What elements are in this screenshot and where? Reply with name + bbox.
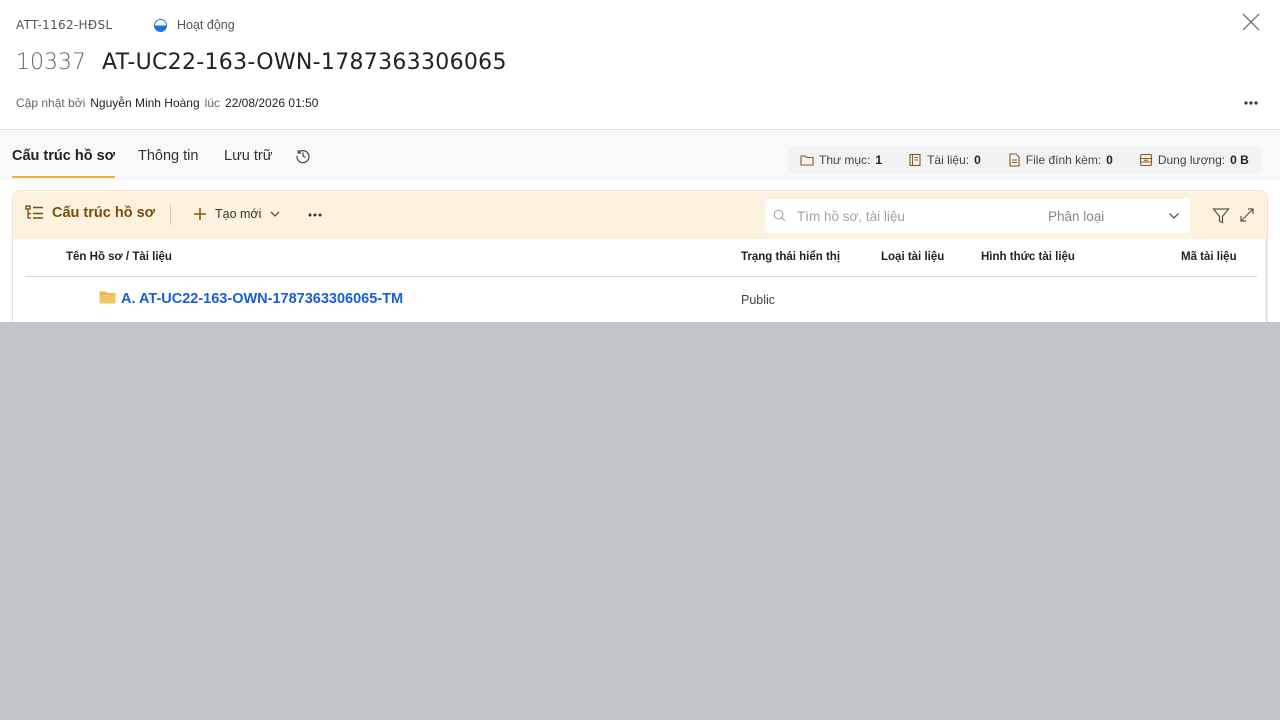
record-detail-panel: ATT-1162-HĐSL Hoạt động 10337 AT-UC22-16… xyxy=(0,0,1280,322)
chevron-down-icon xyxy=(1169,213,1179,219)
updated-by-user: Nguyễn Minh Hoàng xyxy=(90,96,200,110)
stat-folders-label: Thư mục: xyxy=(819,153,871,167)
stat-size-value: 0 B xyxy=(1230,153,1249,167)
expand-icon[interactable] xyxy=(1240,208,1254,222)
create-new-label: Tạo mới xyxy=(215,207,262,221)
toolbar-more-icon[interactable] xyxy=(307,208,323,222)
structure-title-text: Cấu trúc hồ sơ xyxy=(52,205,155,221)
record-name: AT-UC22-163-OWN-1787363306065 xyxy=(102,50,507,75)
create-new-button[interactable]: Tạo mới xyxy=(193,207,281,221)
record-header: ATT-1162-HĐSL Hoạt động 10337 AT-UC22-16… xyxy=(0,0,1280,130)
chevron-down-icon xyxy=(270,211,280,217)
tab-structure[interactable]: Cấu trúc hồ sơ xyxy=(12,148,115,178)
table-row[interactable]: A. AT-UC22-163-OWN-1787363306065-TM Publ… xyxy=(25,277,1257,321)
stat-size: Dung lượng: 0 B xyxy=(1139,153,1249,167)
column-header-code[interactable]: Mã tài liệu xyxy=(1181,251,1237,263)
stat-documents: Tài liệu: 0 xyxy=(908,153,981,167)
table-header: Tên Hồ sơ / Tài liệu Trạng thái hiển thị… xyxy=(25,239,1257,277)
record-number: 10337 xyxy=(16,50,86,75)
column-header-type[interactable]: Loại tài liệu xyxy=(881,251,944,263)
search-icon xyxy=(773,209,786,222)
tree-list-icon xyxy=(25,205,43,219)
file-icon xyxy=(1009,153,1020,167)
updated-by-label: Cập nhật bởi xyxy=(16,96,86,110)
column-header-status[interactable]: Trạng thái hiển thị xyxy=(741,251,840,263)
updated-at-label: lúc xyxy=(204,96,220,110)
plus-icon xyxy=(194,208,206,220)
classify-select[interactable]: Phân loại xyxy=(1048,199,1190,233)
stat-folders: Thư mục: 1 xyxy=(800,153,882,167)
record-stats: Thư mục: 1 Tài liệu: 0 File đính kèm: 0 Dun… xyxy=(788,146,1261,174)
search-input[interactable] xyxy=(797,206,1037,226)
stat-documents-value: 0 xyxy=(974,153,981,167)
tab-storage[interactable]: Lưu trữ xyxy=(224,148,272,178)
tab-bar: Cấu trúc hồ sơ Thông tin Lưu trữ Thư mục… xyxy=(0,130,1280,180)
record-code: ATT-1162-HĐSL xyxy=(16,18,113,32)
storage-icon xyxy=(1139,153,1152,167)
table-scrollbar[interactable] xyxy=(1265,239,1267,322)
column-header-form[interactable]: Hình thức tài liệu xyxy=(981,251,1075,263)
toolbar-divider xyxy=(170,205,171,225)
column-header-name[interactable]: Tên Hồ sơ / Tài liệu xyxy=(66,251,172,263)
filter-icon[interactable] xyxy=(1212,207,1230,225)
row-name-link[interactable]: A. AT-UC22-163-OWN-1787363306065-TM xyxy=(121,291,403,307)
stat-folders-value: 1 xyxy=(875,153,883,167)
stat-attachments-label: File đính kèm: xyxy=(1025,153,1102,167)
status-label: Hoạt động xyxy=(177,18,235,32)
book-icon xyxy=(909,153,921,167)
updated-at-value: 22/08/2026 01:50 xyxy=(225,96,319,110)
folder-outline-icon xyxy=(800,155,814,166)
close-icon[interactable] xyxy=(1240,11,1262,33)
history-refresh-icon[interactable] xyxy=(295,148,311,164)
search-box: Phân loại xyxy=(765,199,1190,233)
stat-size-label: Dung lượng: xyxy=(1157,153,1226,167)
stat-attachments: File đính kèm: 0 xyxy=(1007,153,1113,167)
update-meta: Cập nhật bởi Nguyễn Minh Hoàng lúc 22/08… xyxy=(16,96,318,110)
structure-title: Cấu trúc hồ sơ xyxy=(25,205,155,221)
page-title: 10337 AT-UC22-163-OWN-1787363306065 xyxy=(16,50,507,75)
status-half-circle-icon xyxy=(154,18,167,32)
row-status: Public xyxy=(741,293,776,307)
record-status: Hoạt động xyxy=(154,18,235,32)
more-options-icon[interactable] xyxy=(1241,94,1261,110)
structure-toolbar: Cấu trúc hồ sơ Tạo mới Phân loại xyxy=(13,191,1267,239)
folder-filled-icon xyxy=(99,291,116,304)
stat-documents-label: Tài liệu: xyxy=(927,153,970,167)
tab-info[interactable]: Thông tin xyxy=(138,148,198,178)
classify-label: Phân loại xyxy=(1048,209,1105,224)
stat-attachments-value: 0 xyxy=(1106,153,1113,167)
structure-card: Cấu trúc hồ sơ Tạo mới Phân loại xyxy=(12,190,1268,322)
